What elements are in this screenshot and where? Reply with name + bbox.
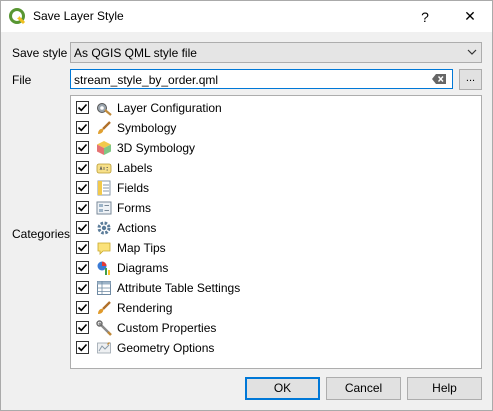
checkbox-checked[interactable] — [76, 101, 89, 114]
diagrams-icon — [97, 261, 110, 275]
category-item-layer-configuration[interactable]: Layer Configuration — [71, 98, 481, 118]
category-label: Geometry Options — [117, 341, 215, 355]
layer-configuration-icon — [97, 103, 112, 116]
category-item-labels[interactable]: Labels — [71, 158, 481, 178]
category-label: Actions — [117, 221, 157, 235]
category-label: Map Tips — [117, 241, 166, 255]
file-path-value: stream_style_by_order.qml — [74, 73, 219, 87]
actions-icon — [97, 221, 111, 235]
clear-icon[interactable] — [432, 74, 446, 84]
checkbox-checked[interactable] — [76, 301, 89, 314]
chevron-down-icon — [467, 49, 477, 55]
browse-button[interactable]: ... — [459, 69, 482, 90]
checkbox-checked[interactable] — [76, 141, 89, 154]
category-item-map-tips[interactable]: Map Tips — [71, 238, 481, 258]
checkbox-checked[interactable] — [76, 261, 89, 274]
attribute-table-icon — [97, 281, 111, 295]
category-label: Layer Configuration — [117, 101, 222, 115]
category-item-symbology[interactable]: Symbology — [71, 118, 481, 138]
category-label: Attribute Table Settings — [117, 281, 241, 295]
category-label: Custom Properties — [117, 321, 217, 335]
close-button[interactable]: ✕ — [448, 1, 492, 32]
checkbox-checked[interactable] — [76, 161, 89, 174]
save-layer-style-dialog: Save Layer Style ? ✕ Save style As QGIS … — [0, 0, 493, 411]
category-label: Fields — [117, 181, 150, 195]
categories-label: Categories — [12, 227, 71, 241]
category-item-3d-symbology[interactable]: 3D Symbology — [71, 138, 481, 158]
category-item-rendering[interactable]: Rendering — [71, 298, 481, 318]
checkbox-checked[interactable] — [76, 121, 89, 134]
rendering-icon — [98, 301, 111, 314]
category-label: Labels — [117, 161, 153, 175]
category-label: Diagrams — [117, 261, 169, 275]
checkbox-checked[interactable] — [76, 181, 89, 194]
symbology-icon — [98, 121, 111, 134]
checkbox-checked[interactable] — [76, 241, 89, 254]
category-item-fields[interactable]: Fields — [71, 178, 481, 198]
labels-icon — [96, 163, 112, 174]
category-label: Forms — [117, 201, 151, 215]
qgis-logo-icon — [9, 8, 26, 25]
categories-list: Layer Configuration Symbology 3D Symbolo… — [70, 95, 482, 369]
forms-icon — [96, 201, 112, 215]
map-tips-icon — [97, 242, 111, 255]
category-item-actions[interactable]: Actions — [71, 218, 481, 238]
category-label: 3D Symbology — [117, 141, 196, 155]
checkbox-checked[interactable] — [76, 281, 89, 294]
save-style-label: Save style — [12, 46, 68, 60]
checkbox-checked[interactable] — [76, 321, 89, 334]
category-item-attribute-table-settings[interactable]: Attribute Table Settings — [71, 278, 481, 298]
file-label: File — [12, 73, 32, 87]
save-style-select[interactable]: As QGIS QML style file — [70, 42, 482, 63]
geometry-options-icon — [97, 342, 111, 354]
help-button[interactable]: Help — [407, 377, 482, 400]
category-label: Rendering — [117, 301, 173, 315]
help-title-button[interactable]: ? — [403, 1, 447, 32]
cancel-button[interactable]: Cancel — [326, 377, 401, 400]
checkbox-checked[interactable] — [76, 221, 89, 234]
title-bar: Save Layer Style ? ✕ — [1, 1, 492, 32]
category-item-forms[interactable]: Forms — [71, 198, 481, 218]
checkbox-checked[interactable] — [76, 201, 89, 214]
category-item-diagrams[interactable]: Diagrams — [71, 258, 481, 278]
fields-icon — [97, 180, 111, 196]
file-path-input[interactable]: stream_style_by_order.qml — [70, 69, 453, 89]
custom-properties-icon — [96, 320, 112, 336]
category-item-custom-properties[interactable]: Custom Properties — [71, 318, 481, 338]
save-style-value: As QGIS QML style file — [74, 46, 197, 60]
category-label: Symbology — [117, 121, 177, 135]
window-title: Save Layer Style — [33, 9, 124, 23]
category-item-geometry-options[interactable]: Geometry Options — [71, 338, 481, 358]
checkbox-checked[interactable] — [76, 341, 89, 354]
3d-symbology-icon — [97, 141, 111, 155]
ok-button[interactable]: OK — [245, 377, 320, 400]
